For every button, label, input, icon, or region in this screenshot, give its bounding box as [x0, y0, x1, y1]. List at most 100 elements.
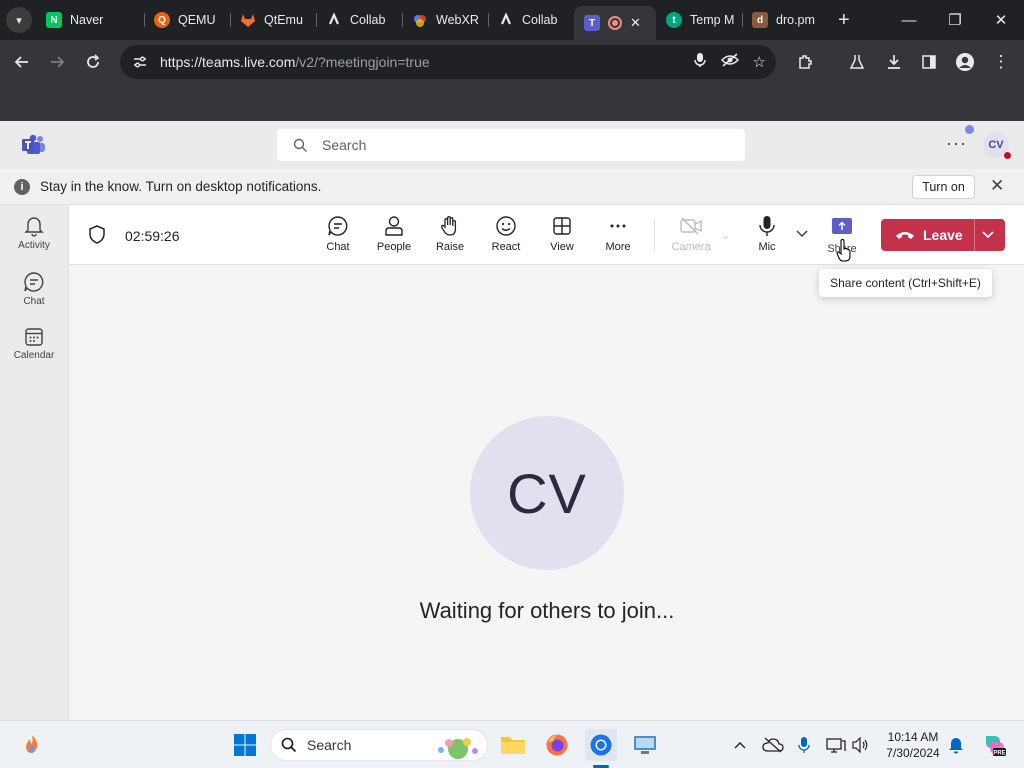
browser-tab-dropm[interactable]: d dro.pm	[742, 4, 828, 36]
volume-icon[interactable]	[852, 721, 870, 768]
close-banner-icon[interactable]: ✕	[990, 176, 1004, 196]
presence-status-icon	[1003, 151, 1012, 160]
control-label: People	[376, 241, 412, 253]
react-button[interactable]: React	[482, 215, 530, 253]
tab-search-dropdown-icon[interactable]: ▾	[6, 7, 32, 33]
avatar-initials: CV	[988, 139, 1004, 151]
raise-hand-button[interactable]: Raise	[426, 215, 474, 253]
shield-icon[interactable]	[89, 225, 105, 249]
camera-off-icon	[680, 217, 702, 235]
browser-tab-qemu[interactable]: Q QEMU	[144, 4, 230, 36]
labs-flask-icon[interactable]	[840, 45, 874, 79]
view-button[interactable]: View	[538, 215, 586, 253]
temp-icon: t	[666, 12, 682, 28]
side-panel-icon[interactable]	[912, 45, 946, 79]
search-placeholder: Search	[307, 737, 352, 753]
eye-off-icon[interactable]	[720, 52, 739, 72]
firefox-icon[interactable]	[541, 729, 573, 761]
leave-meeting-button[interactable]: Leave	[881, 219, 1005, 251]
tab-title: Temp M	[690, 13, 734, 27]
turn-on-notifications-button[interactable]: Turn on	[912, 175, 975, 199]
recording-icon	[608, 16, 622, 30]
microphone-icon[interactable]	[693, 52, 707, 72]
close-tab-icon[interactable]: ✕	[630, 15, 641, 31]
control-label: Camera	[671, 241, 711, 253]
remote-desktop-icon[interactable]	[629, 729, 661, 761]
calendar-icon	[25, 328, 43, 346]
windows-taskbar: Search 10:14 AM 7/30/2024 PRE	[0, 720, 1024, 768]
browser-tab-naver[interactable]: N Naver	[36, 4, 144, 36]
collab-icon	[498, 12, 514, 28]
rail-item-calendar[interactable]: Calendar	[0, 327, 68, 361]
share-screen-icon[interactable]	[832, 218, 852, 234]
reload-button[interactable]	[76, 45, 110, 79]
browser-toolbar: https://teams.live.com/v2/?meetingjoin=t…	[0, 40, 1024, 85]
control-label: More	[605, 241, 631, 253]
more-actions-button[interactable]: More	[594, 215, 642, 253]
copilot-preview-icon[interactable]: PRE	[980, 721, 1006, 768]
browser-menu-icon[interactable]: ⋮	[984, 45, 1018, 79]
leave-options-chevron-icon[interactable]	[981, 227, 995, 243]
rail-item-activity[interactable]: Activity	[0, 215, 68, 251]
drop-icon: d	[752, 12, 768, 28]
meeting-control-bar: 02:59:26 Chat People Raise React View Mo…	[69, 205, 1024, 265]
svg-text:PRE: PRE	[993, 750, 1005, 756]
notification-bell-icon[interactable]	[948, 721, 964, 768]
new-tab-button[interactable]: +	[838, 9, 850, 32]
bookmark-star-icon[interactable]: ☆	[753, 53, 766, 71]
chrome-taskbar-icon[interactable]	[585, 729, 617, 761]
cloud-sync-icon[interactable]	[762, 721, 784, 768]
restore-button[interactable]: ❐	[932, 0, 978, 40]
camera-options-chevron-icon[interactable]: ⌄	[721, 229, 730, 242]
microphone-icon	[759, 216, 775, 236]
tab-title: Collab	[522, 13, 558, 27]
minimize-button[interactable]: —	[886, 0, 932, 40]
tab-title: QtEmu	[264, 13, 303, 27]
browser-tab-qtemu[interactable]: QtEmu	[230, 4, 316, 36]
teams-search-input[interactable]: Search	[277, 129, 745, 161]
extensions-icon[interactable]	[788, 45, 822, 79]
mic-options-chevron-icon[interactable]	[796, 229, 808, 241]
search-icon	[281, 737, 297, 753]
network-icon[interactable]	[826, 721, 846, 768]
mic-button[interactable]: Mic	[743, 215, 791, 253]
meeting-timer: 02:59:26	[125, 228, 180, 244]
webxr-icon	[412, 12, 428, 28]
people-control-button[interactable]: People	[370, 215, 418, 253]
camera-button[interactable]: Camera	[667, 215, 715, 253]
browser-tab-webxr[interactable]: WebXR	[402, 4, 488, 36]
address-bar[interactable]: https://teams.live.com/v2/?meetingjoin=t…	[120, 45, 776, 79]
user-avatar[interactable]: CV	[983, 132, 1012, 160]
rail-label: Chat	[23, 296, 45, 307]
share-tooltip: Share content (Ctrl+Shift+E)	[819, 269, 992, 297]
taskbar-clock[interactable]: 10:14 AM 7/30/2024	[880, 729, 946, 761]
file-explorer-icon[interactable]	[497, 729, 529, 761]
close-window-button[interactable]: ✕	[978, 0, 1024, 40]
weather-widget-icon[interactable]	[16, 729, 48, 761]
windows-start-icon[interactable]	[229, 729, 261, 761]
forward-button[interactable]	[40, 45, 74, 79]
hand-pointer-cursor-icon	[836, 239, 851, 262]
app-rail: Activity Chat Calendar	[0, 205, 68, 720]
grid-view-icon	[553, 217, 571, 235]
rail-label: Calendar	[13, 350, 55, 361]
browser-tab-collab-1[interactable]: Collab	[316, 4, 402, 36]
back-button[interactable]	[5, 45, 39, 79]
rail-item-chat[interactable]: Chat	[0, 271, 68, 307]
tab-title: Collab	[350, 13, 386, 27]
taskbar-search-input[interactable]: Search	[270, 729, 488, 761]
chat-control-button[interactable]: Chat	[314, 215, 362, 253]
browser-tab-temp[interactable]: t Temp M	[656, 4, 742, 36]
more-options-icon[interactable]: ···	[946, 133, 967, 154]
browser-tab-teams-active[interactable]: T ✕	[574, 6, 656, 40]
profile-icon[interactable]	[948, 45, 982, 79]
url-text: https://teams.live.com/v2/?meetingjoin=t…	[160, 54, 430, 70]
taskbar-microphone-icon[interactable]	[798, 721, 810, 768]
teams-logo-icon[interactable]	[22, 134, 46, 156]
browser-tab-collab-2[interactable]: Collab	[488, 4, 574, 36]
site-info-icon[interactable]	[132, 54, 148, 70]
downloads-icon[interactable]	[877, 45, 911, 79]
info-icon: i	[14, 178, 30, 195]
show-hidden-icons-chevron-icon[interactable]	[734, 721, 746, 768]
hang-up-phone-icon	[896, 232, 914, 239]
